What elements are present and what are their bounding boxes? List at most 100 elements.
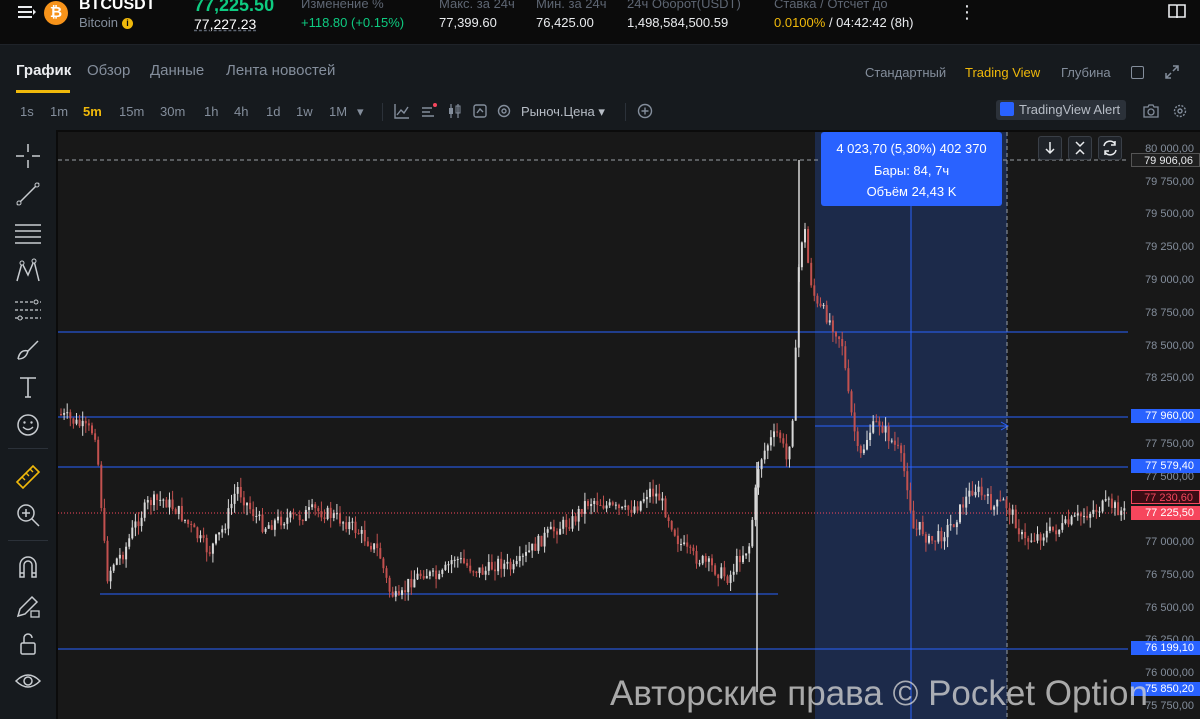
- ruler-icon[interactable]: [14, 463, 42, 491]
- fibonacci-icon[interactable]: [14, 296, 42, 324]
- view-depth[interactable]: Глубина: [1061, 65, 1111, 80]
- tf-1s[interactable]: 1s: [20, 104, 34, 119]
- symbol-title[interactable]: BTCUSDT: [79, 0, 155, 14]
- candle-body: [695, 551, 698, 564]
- brush-icon[interactable]: [14, 335, 42, 363]
- price-type-label: Рыноч.Цена: [521, 104, 595, 119]
- candle-body: [494, 569, 496, 572]
- candle-body: [661, 498, 664, 501]
- candle-body: [205, 537, 208, 553]
- tf-1w[interactable]: 1w: [296, 104, 313, 119]
- candle-body: [1107, 498, 1110, 500]
- candle-body: [122, 554, 124, 560]
- candlestick-chart-canvas[interactable]: [58, 132, 1200, 719]
- magnet-icon[interactable]: [14, 553, 42, 581]
- candlestick-icon[interactable]: [447, 103, 463, 119]
- tf-5m[interactable]: 5m: [83, 104, 102, 119]
- stat-change-label: Изменение %: [301, 0, 384, 11]
- layout-toggle-checkbox[interactable]: [1131, 66, 1144, 79]
- candle-body: [924, 534, 927, 543]
- candle-body: [742, 555, 744, 563]
- candle-body: [751, 519, 754, 547]
- candle-body: [915, 528, 918, 530]
- camera-icon[interactable]: [1143, 103, 1159, 119]
- candle-body: [528, 550, 531, 552]
- refresh-button[interactable]: [1098, 136, 1122, 160]
- crosshair-icon[interactable]: [14, 142, 42, 170]
- replay-icon[interactable]: [472, 103, 488, 119]
- mark-price[interactable]: 77,227.23: [194, 16, 256, 32]
- tf-30m[interactable]: 30m: [160, 104, 185, 119]
- emoji-icon[interactable]: [14, 411, 42, 439]
- horizontal-lines-icon[interactable]: [14, 219, 42, 247]
- price-tick: 76 750,00: [1145, 569, 1194, 581]
- menu-icon[interactable]: [18, 4, 36, 20]
- candle-body: [627, 505, 630, 510]
- candle-body: [862, 449, 865, 454]
- candle-body: [525, 551, 527, 556]
- price-tick: 77 750,00: [1145, 438, 1194, 450]
- view-standard[interactable]: Стандартный: [865, 65, 946, 80]
- price-type-select[interactable]: Рыноч.Цена ▾: [521, 104, 605, 120]
- settings-gear-icon[interactable]: [496, 103, 512, 119]
- candle-body: [1067, 519, 1070, 525]
- candle-body: [676, 535, 679, 545]
- bitcoin-icon: ₿: [44, 1, 68, 25]
- tab-news[interactable]: Лента новостей: [226, 62, 335, 79]
- price-chart[interactable]: 80 000,00 79 750,00 79 500,00 79 250,00 …: [58, 132, 1200, 719]
- gear-icon[interactable]: [1172, 103, 1188, 119]
- current-price-label: 77 225,50: [1131, 506, 1200, 520]
- candle-body: [1061, 523, 1064, 530]
- info-icon[interactable]: i: [122, 18, 134, 29]
- eye-icon[interactable]: [14, 667, 42, 695]
- scroll-down-button[interactable]: [1038, 136, 1062, 160]
- more-icon[interactable]: ⋮: [958, 2, 977, 23]
- candle-body: [382, 558, 385, 569]
- view-tradingview[interactable]: Trading View: [965, 65, 1040, 80]
- candle-body: [788, 446, 791, 460]
- candle-body: [174, 509, 177, 514]
- candle-body: [639, 501, 642, 511]
- tab-chart[interactable]: График: [16, 62, 71, 79]
- symbol-fullname: Bitcoin: [79, 15, 119, 30]
- candle-body: [1086, 515, 1089, 518]
- candle-body: [91, 425, 93, 434]
- timeframe-dropdown-caret[interactable]: ▾: [357, 104, 364, 120]
- line-chart-icon[interactable]: [394, 103, 410, 119]
- tab-overview[interactable]: Обзор: [87, 62, 130, 79]
- add-icon[interactable]: [637, 103, 653, 119]
- stat-funding-value: 0.0100% / 04:42:42 (8h): [774, 15, 914, 30]
- candle-body: [835, 332, 837, 337]
- fullscreen-icon[interactable]: [1164, 64, 1180, 80]
- candle-body: [937, 531, 940, 542]
- tf-1h[interactable]: 1h: [204, 104, 218, 119]
- candle-body: [249, 502, 252, 510]
- chevron-down-icon: ▾: [598, 104, 605, 119]
- tf-1m[interactable]: 1m: [50, 104, 68, 119]
- candle-body: [552, 526, 555, 532]
- candle-body: [286, 517, 289, 524]
- candle-body: [707, 558, 710, 562]
- symbol-name: Bitcoin i: [79, 15, 134, 30]
- tf-1d[interactable]: 1d: [266, 104, 280, 119]
- collapse-button[interactable]: [1068, 136, 1092, 160]
- unlock-icon[interactable]: [14, 630, 42, 658]
- indicators-icon[interactable]: [421, 103, 437, 119]
- pencil-lock-icon[interactable]: [14, 592, 42, 620]
- candle-body: [366, 541, 369, 546]
- text-icon[interactable]: [14, 373, 42, 401]
- candle-body: [456, 559, 459, 561]
- candle-body: [252, 509, 255, 517]
- trend-line-icon[interactable]: [14, 180, 42, 208]
- candle-body: [329, 507, 332, 518]
- tf-4h[interactable]: 4h: [234, 104, 248, 119]
- book-icon[interactable]: [1168, 3, 1186, 19]
- zoom-in-icon[interactable]: [14, 501, 42, 529]
- tradingview-alert-button[interactable]: TradingView Alert: [996, 100, 1127, 120]
- pattern-icon[interactable]: [14, 257, 42, 285]
- tf-1M[interactable]: 1M: [329, 104, 347, 119]
- chart-tabs: График Обзор Данные Лента новостей Станд…: [0, 44, 1200, 96]
- tab-data[interactable]: Данные: [150, 62, 204, 79]
- price-tick: 79 000,00: [1145, 274, 1194, 286]
- tf-15m[interactable]: 15m: [119, 104, 144, 119]
